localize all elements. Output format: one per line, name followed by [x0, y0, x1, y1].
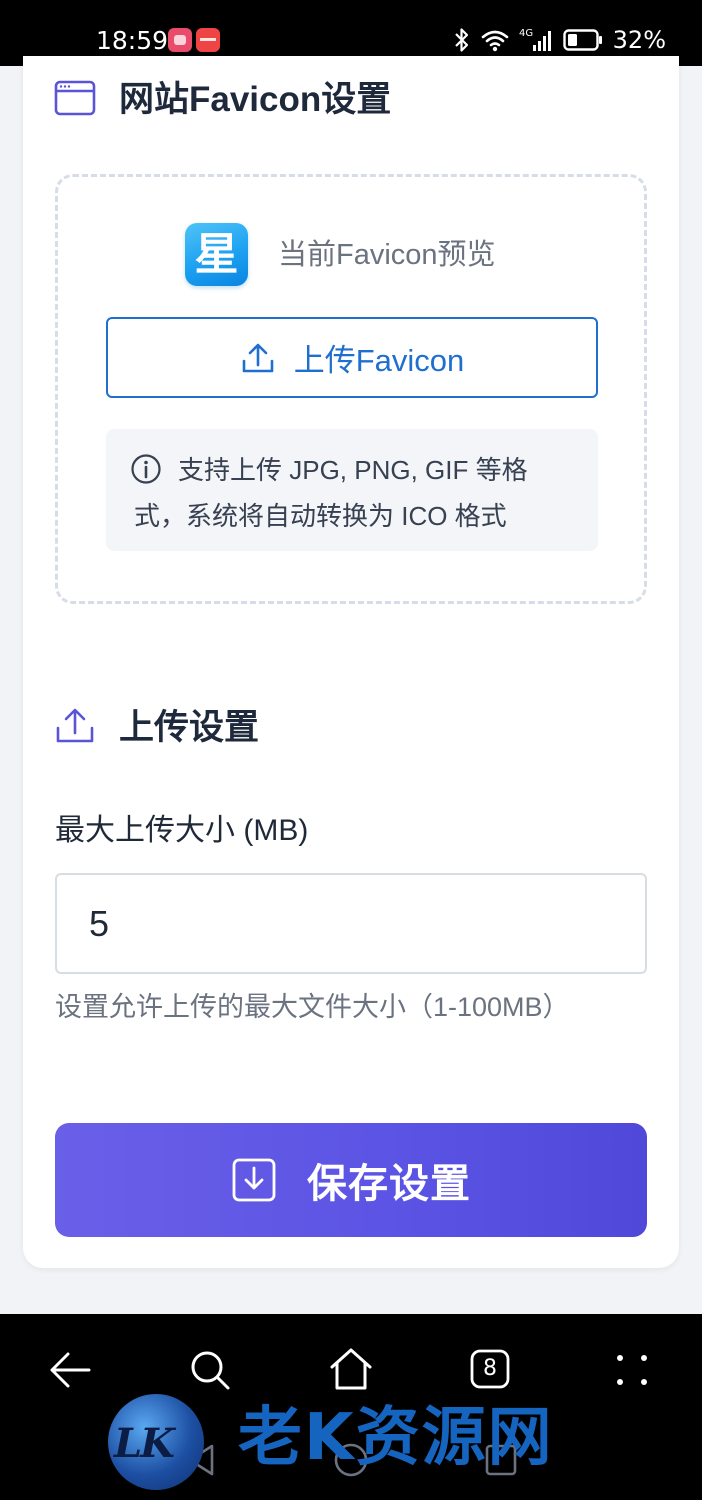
tabs-button[interactable]: 8	[470, 1349, 510, 1389]
settings-card: 网站Favicon设置 星 当前Favicon预览 上传Favicon 支持上传…	[23, 56, 679, 1268]
upload-section-title: 上传设置	[119, 708, 260, 747]
save-settings-button[interactable]: 保存设置	[55, 1123, 647, 1237]
upload-icon	[56, 708, 94, 743]
status-indicators: 4G 32%	[453, 22, 666, 58]
watermark-logo-text: LK	[114, 1420, 175, 1467]
bluetooth-icon	[454, 28, 468, 52]
format-hint: 支持上传 JPG, PNG, GIF 等格式，系统将自动转换为 ICO 格式	[106, 429, 598, 551]
save-settings-label: 保存设置	[307, 1162, 471, 1206]
status-time: 18:59	[96, 26, 169, 55]
app-notification-icon	[196, 28, 220, 52]
battery-percent: 32%	[612, 26, 666, 54]
tab-count: 8	[483, 1356, 497, 1381]
watermark: LK 老K资源网	[108, 1386, 608, 1494]
max-upload-size-label: 最大上传大小 (MB)	[55, 814, 309, 847]
browser-window-icon	[54, 80, 96, 116]
wifi-icon	[481, 30, 508, 52]
upload-icon	[242, 343, 274, 372]
battery-icon	[562, 29, 602, 51]
network-type-label: 4G	[519, 28, 533, 39]
more-icon[interactable]	[612, 1350, 652, 1390]
app-notification-icon	[168, 28, 192, 52]
favicon-section-title: 网站Favicon设置	[119, 80, 392, 119]
save-download-icon	[232, 1158, 276, 1202]
current-favicon-image: 星	[185, 223, 248, 286]
max-upload-size-input[interactable]	[55, 873, 647, 974]
upload-favicon-label: 上传Favicon	[293, 343, 465, 378]
cellular-signal-icon: 4G	[519, 28, 551, 51]
favicon-preview-label: 当前Favicon预览	[278, 239, 496, 271]
watermark-text: 老K资源网	[238, 1401, 554, 1475]
back-icon[interactable]	[48, 1350, 92, 1390]
max-upload-size-help: 设置允许上传的最大文件大小（1-100MB）	[55, 992, 570, 1022]
favicon-dropzone: 星 当前Favicon预览 上传Favicon 支持上传 JPG, PNG, G…	[55, 174, 647, 604]
format-hint-text: 支持上传 JPG, PNG, GIF 等格式，系统将自动转换为 ICO 格式	[134, 455, 528, 531]
upload-favicon-button[interactable]: 上传Favicon	[106, 317, 598, 398]
watermark-logo: LK	[108, 1394, 204, 1490]
